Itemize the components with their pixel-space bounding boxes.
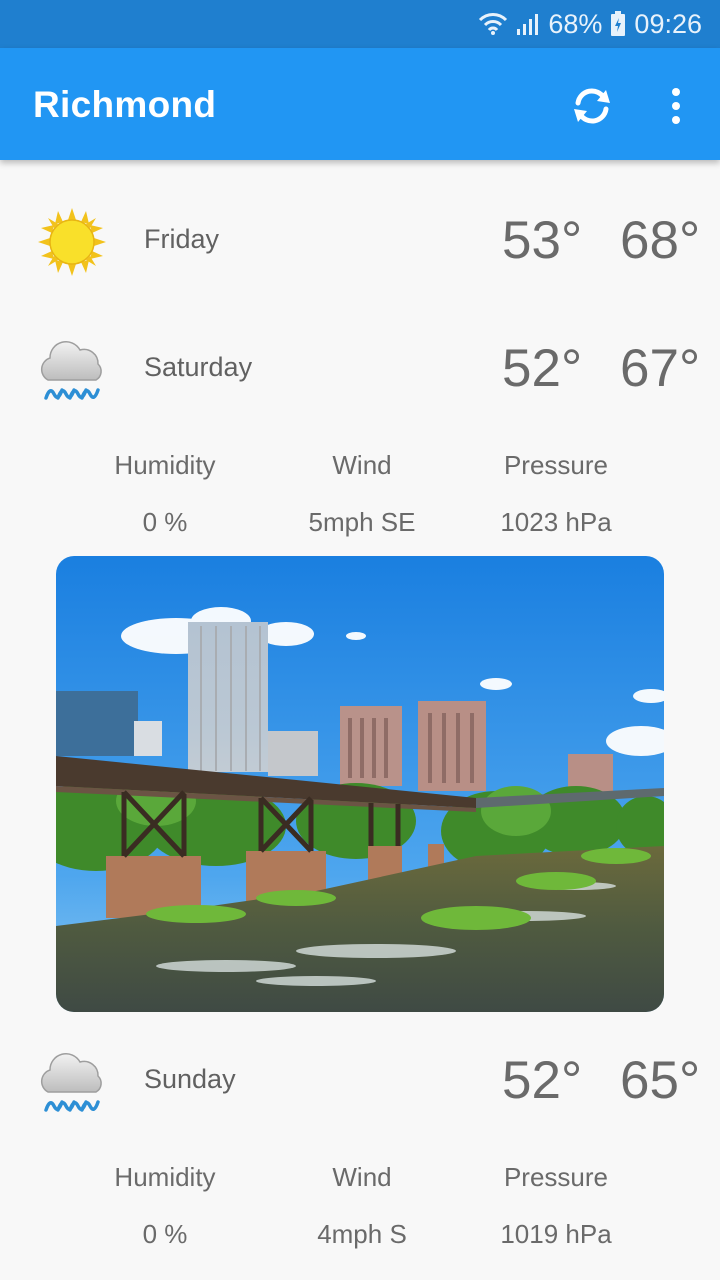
humidity-column: Humidity 0 % — [55, 450, 275, 538]
rain-cloud-icon — [36, 334, 108, 406]
clock: 09:26 — [634, 8, 702, 39]
refresh-button[interactable] — [566, 80, 618, 132]
forecast-row-friday[interactable]: Friday 53° 68° — [0, 188, 720, 288]
signal-icon — [516, 12, 540, 36]
rain-cloud-icon — [36, 1046, 108, 1118]
wind-label: Wind — [332, 1162, 392, 1192]
details-sunday: Humidity 0 % Wind 4mph S Pressure 1019 h… — [0, 1162, 720, 1262]
day-name: Saturday — [144, 352, 253, 382]
pressure-label: Pressure — [503, 1162, 609, 1192]
humidity-label: Humidity — [114, 1162, 216, 1192]
day-name: Sunday — [144, 1064, 236, 1094]
wind-value: 5mph SE — [308, 507, 416, 537]
pressure-column: Pressure 1019 hPa — [446, 1162, 666, 1250]
temp-low: 52° — [502, 339, 583, 398]
pressure-value: 1019 hPa — [500, 1219, 612, 1249]
sun-icon — [36, 206, 108, 278]
humidity-value: 0 % — [142, 1219, 188, 1249]
humidity-label: Humidity — [114, 450, 216, 480]
app-bar: Richmond — [0, 48, 720, 160]
wind-column: Wind 4mph S — [252, 1162, 472, 1250]
pressure-value: 1023 hPa — [500, 507, 612, 537]
battery-percent: 68% — [548, 8, 603, 39]
forecast-row-sunday[interactable]: Sunday 52° 65° — [0, 1028, 720, 1128]
pressure-column: Pressure 1023 hPa — [446, 450, 666, 538]
refresh-icon — [574, 88, 610, 124]
wind-value: 4mph S — [317, 1219, 407, 1249]
temp-high: 68° — [620, 211, 701, 270]
humidity-column: Humidity 0 % — [55, 1162, 275, 1250]
battery-icon — [610, 11, 626, 37]
temp-low: 52° — [502, 1051, 583, 1110]
day-name: Friday — [144, 224, 220, 254]
wifi-icon — [478, 12, 508, 36]
humidity-value: 0 % — [142, 507, 188, 537]
wind-column: Wind 5mph SE — [252, 450, 472, 538]
temp-high: 65° — [620, 1051, 701, 1110]
more-vert-icon — [672, 88, 680, 96]
city-skyline-river-photo — [56, 556, 664, 1012]
pressure-label: Pressure — [503, 450, 609, 480]
city-title: Richmond — [33, 84, 217, 125]
details-saturday: Humidity 0 % Wind 5mph SE Pressure 1023 … — [0, 450, 720, 550]
more-options-button[interactable] — [656, 80, 696, 132]
status-bar: 68% 09:26 — [0, 0, 720, 48]
forecast-row-saturday[interactable]: Saturday 52° 67° — [0, 316, 720, 416]
temp-high: 67° — [620, 339, 701, 398]
temp-low: 53° — [502, 211, 583, 270]
wind-label: Wind — [332, 450, 392, 480]
